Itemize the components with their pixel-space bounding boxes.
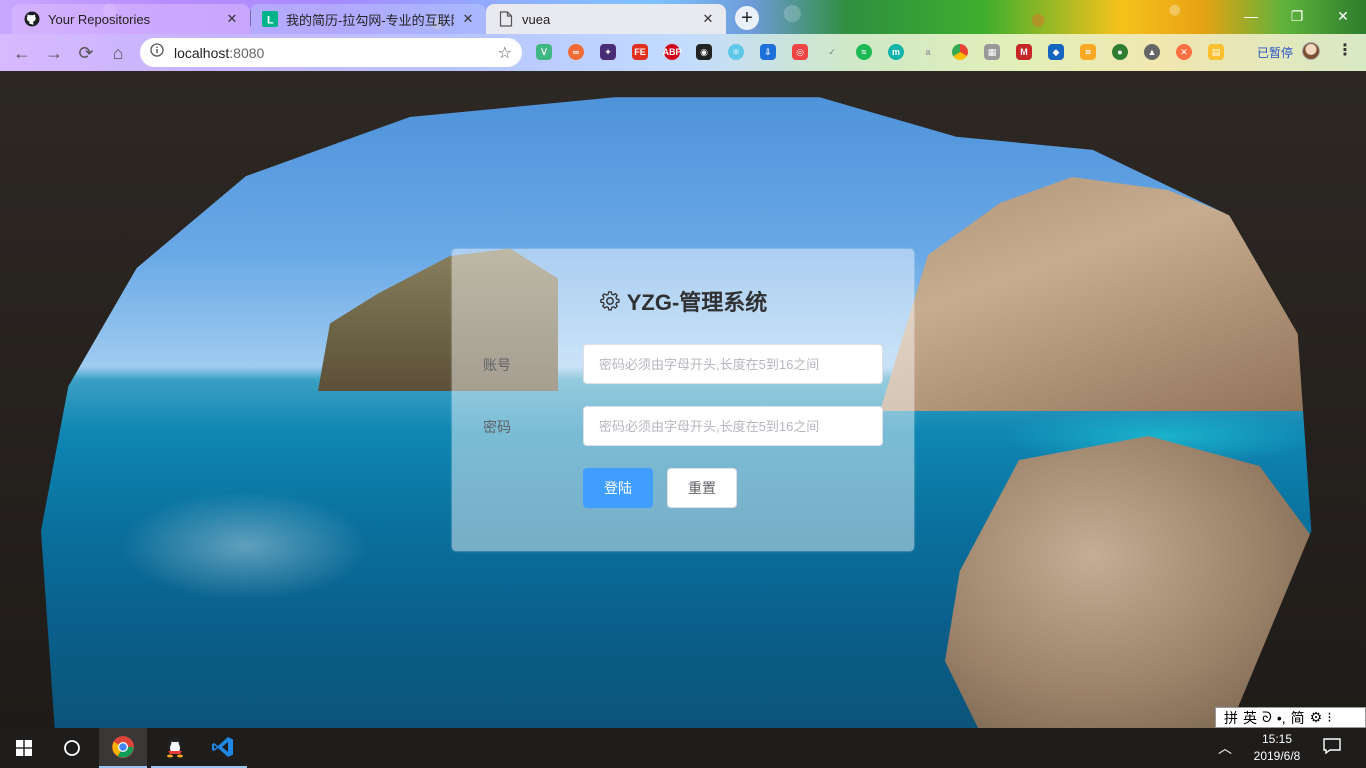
info-icon[interactable] — [150, 43, 164, 62]
github-icon — [24, 11, 40, 27]
maximize-button[interactable]: ❐ — [1274, 0, 1320, 32]
new-tab-button[interactable]: + — [735, 6, 759, 30]
reset-button[interactable]: 重置 — [667, 468, 737, 508]
extension-hat-icon[interactable]: ▲ — [1144, 44, 1160, 60]
page-icon — [498, 11, 514, 27]
account-label: 账号 — [483, 357, 511, 373]
lagou-icon: L — [262, 11, 278, 27]
ime-moon-icon[interactable]: ᘐ — [1262, 709, 1272, 726]
react-devtools-icon[interactable]: ⚛ — [728, 44, 744, 60]
taskbar — [0, 728, 1366, 768]
home-icon[interactable]: ⌂ — [105, 40, 131, 66]
extension-crop-icon[interactable]: ⌗ — [1080, 44, 1096, 60]
star-bookmark-icon[interactable]: ☆ — [498, 43, 512, 63]
password-input[interactable] — [583, 406, 883, 446]
window-close-button[interactable]: ✕ — [1320, 0, 1366, 32]
extension-grid-icon[interactable]: ▦ — [984, 44, 1000, 60]
extension-m-icon[interactable]: m — [888, 44, 904, 60]
extension-person-icon[interactable]: ● — [1112, 44, 1128, 60]
svg-text:L: L — [267, 15, 274, 27]
tab-title: vuea — [522, 11, 551, 27]
address-bar[interactable]: localhost:8080 ☆ — [140, 38, 522, 67]
fe-helper-icon[interactable]: FE — [632, 44, 648, 60]
extension-infinity-icon[interactable]: ∞ — [568, 44, 584, 60]
login-button[interactable]: 登陆 — [583, 468, 653, 508]
clock-time: 15:15 — [1261, 732, 1293, 746]
login-title-text: YZG-管理系统 — [626, 290, 768, 315]
tab-title: 我的简历-拉勾网-专业的互联网招聘平台 — [286, 12, 454, 28]
cortana-search-icon[interactable] — [48, 728, 96, 768]
browser-toolbar: ← → ⟳ ⌂ localhost:8080 ☆ V ∞ ✦ FE ABP ◉ … — [0, 34, 1366, 71]
reload-icon[interactable]: ⟳ — [73, 40, 99, 66]
account-input[interactable] — [583, 344, 883, 384]
login-form: YZG-管理系统 账号 密码 登陆 重置 — [452, 249, 914, 551]
back-arrow-icon[interactable]: ← — [9, 40, 35, 66]
extension-check-icon[interactable]: ✓ — [824, 44, 840, 60]
profile-status[interactable]: 已暂停 — [1257, 44, 1293, 61]
extension-diamond-icon[interactable]: ◆ — [1048, 44, 1064, 60]
gear-icon — [599, 291, 620, 311]
extension-download-icon[interactable]: ⇩ — [760, 44, 776, 60]
ime-settings-icon[interactable]: ⚙ — [1310, 709, 1323, 726]
clock-date: 2019/6/8 — [1253, 749, 1301, 763]
more-menu-icon[interactable]: ⋮ — [1337, 40, 1353, 60]
vue-devtools-icon[interactable]: V — [536, 44, 552, 60]
extension-a-icon[interactable]: a — [920, 44, 936, 60]
ime-toolbar: 拼 英 ᘐ •, 简 ⚙ ⁝ — [1215, 707, 1366, 728]
notification-icon[interactable] — [1322, 736, 1344, 758]
chrome-taskbar-icon[interactable] — [99, 728, 147, 768]
url-text[interactable]: localhost:8080 — [174, 45, 498, 61]
qq-taskbar-icon[interactable] — [151, 728, 199, 768]
tab-your-repositories[interactable]: Your Repositories ✕ — [12, 4, 250, 34]
vscode-taskbar-icon[interactable] — [199, 728, 247, 768]
tab-lagou-resume[interactable]: L 我的简历-拉勾网-专业的互联网招聘平台 ✕ — [250, 4, 486, 34]
ime-more-icon[interactable]: ⁝ — [1327, 709, 1331, 726]
background-decoration — [120, 491, 370, 601]
extension-glasses-icon[interactable]: ◉ — [696, 44, 712, 60]
ime-english-toggle[interactable]: 英 — [1243, 708, 1257, 728]
system-clock[interactable]: 15:15 2019/6/8 — [1245, 731, 1309, 765]
extension-shield-icon[interactable]: ◎ — [792, 44, 808, 60]
minimize-button[interactable]: — — [1228, 0, 1274, 32]
password-label: 密码 — [483, 419, 511, 435]
avatar[interactable] — [1302, 42, 1320, 60]
extension-feather-icon[interactable]: ✦ — [600, 44, 616, 60]
ime-punctuation-icon[interactable]: •, — [1277, 710, 1286, 726]
extension-note-icon[interactable]: ▤ — [1208, 44, 1224, 60]
tab-title: Your Repositories — [48, 11, 151, 27]
ime-simplified-toggle[interactable]: 简 — [1291, 708, 1305, 728]
close-icon[interactable]: ✕ — [460, 11, 476, 27]
gmail-icon[interactable]: M — [1016, 44, 1032, 60]
plus-icon: + — [741, 7, 753, 29]
windows-start-icon[interactable] — [0, 728, 48, 768]
extension-x-icon[interactable]: ✕ — [1176, 44, 1192, 60]
close-icon[interactable]: ✕ — [224, 11, 240, 27]
extension-wave-icon[interactable]: ≈ — [856, 44, 872, 60]
chrome-extension-icon[interactable] — [952, 44, 968, 60]
ime-pinyin-icon[interactable]: 拼 — [1224, 708, 1238, 728]
close-icon[interactable]: ✕ — [700, 11, 716, 27]
forward-arrow-icon[interactable]: → — [41, 40, 67, 66]
chevron-up-icon[interactable]: ︿ — [1218, 738, 1232, 758]
adblock-plus-icon[interactable]: ABP — [663, 44, 682, 60]
page-title: YZG-管理系统 — [452, 285, 914, 317]
tab-vuea[interactable]: vuea ✕ — [486, 4, 726, 34]
